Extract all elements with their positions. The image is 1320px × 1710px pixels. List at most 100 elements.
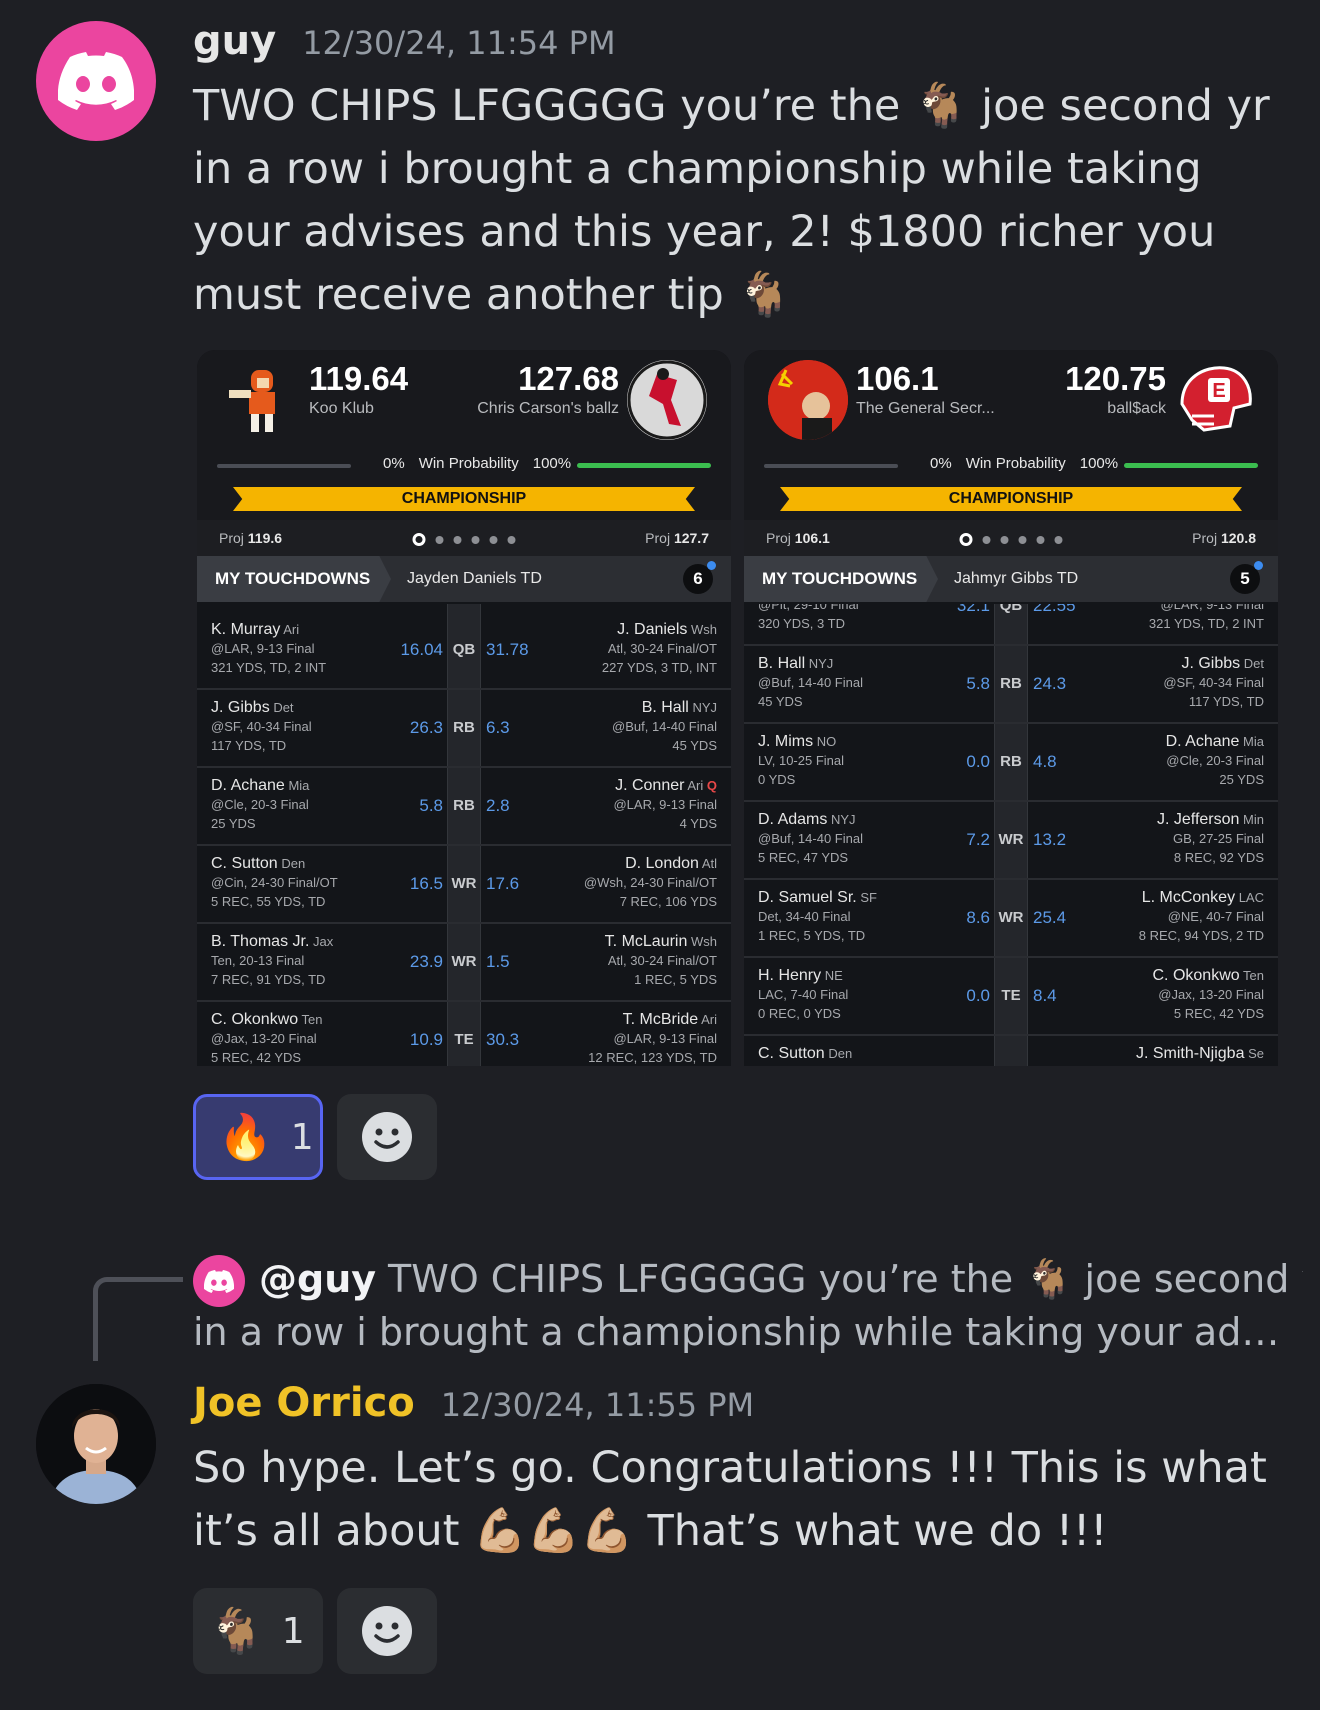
page-dots[interactable] [959, 533, 1063, 546]
timestamp: 12/30/24, 11:55 PM [440, 1386, 755, 1424]
player-row[interactable]: K. Murray Ari @LAR, 9-13 Final 321 YDS, TD… [197, 612, 731, 690]
right-player-team: Atl [701, 856, 717, 871]
player-row[interactable]: C. Sutton Den J. Smith-Njigba Se [744, 1036, 1278, 1066]
position-label: RB [453, 719, 475, 736]
reply-text-continued[interactable]: in a row i brought a championship while … [193, 1306, 1283, 1358]
right-player-team: Det [1243, 656, 1264, 671]
opponent-name: ball$ack [1107, 400, 1166, 417]
player-row[interactable]: C. Sutton Den @Cin, 24-30 Final/OT 5 REC, … [197, 846, 731, 924]
left-player-name: C. Okonkwo [211, 1011, 299, 1028]
team-score: 106.1 [856, 360, 939, 397]
right-player-stats: 227 YDS, 3 TD, INT [601, 660, 717, 675]
position-label: WR [998, 909, 1024, 926]
reply-preview[interactable]: @guy TWO CHIPS LFGGGGG you’re the 🐐 joe s… [193, 1253, 1303, 1305]
touchdowns-row[interactable]: MY TOUCHDOWNS Jayden Daniels TD 6 [197, 556, 731, 602]
right-player-team: Ari [701, 1012, 717, 1027]
reply-username[interactable]: @guy [259, 1257, 376, 1301]
left-player-score: 7.2 [966, 830, 990, 849]
prob-left: 0% [930, 455, 952, 472]
player-row[interactable]: @Pit, 29-10 Final 320 YDS, 3 TD 32.1 QB 22.5… [744, 604, 1278, 646]
player-row[interactable]: D. Adams NYJ @Buf, 14-40 Final 5 REC, 47 Y… [744, 802, 1278, 880]
page-dot[interactable] [959, 533, 973, 546]
left-player-game: @Jax, 13-20 Final [211, 1031, 317, 1046]
reaction-count: 1 [290, 1116, 314, 1158]
left-player: C. Sutton Den @Cin, 24-30 Final/OT 5 REC, … [211, 854, 338, 911]
page-dot[interactable] [435, 535, 444, 544]
right-player-stats: 8 REC, 94 YDS, 2 TD [1138, 928, 1264, 943]
page-dot[interactable] [453, 535, 462, 544]
page-dot[interactable] [1018, 535, 1027, 544]
projection-row: Proj 119.6 Proj 127.7 [197, 520, 731, 556]
touchdowns-row[interactable]: MY TOUCHDOWNS Jahmyr Gibbs TD 5 [744, 556, 1278, 602]
right-player-game: @LAR, 9-13 Final [613, 797, 717, 812]
prob-left: 0% [383, 455, 405, 472]
position-label: RB [1000, 753, 1022, 770]
left-player-game: LV, 10-25 Final [758, 753, 845, 768]
position-label: RB [453, 797, 475, 814]
left-player-team: Mia [288, 778, 310, 793]
left-player-stats: 320 YDS, 3 TD [758, 616, 845, 631]
position-label: WR [451, 875, 477, 892]
page-dot[interactable] [982, 535, 991, 544]
win-probability-bar-right [1124, 463, 1258, 468]
right-player-name: J. Smith-Njigba [1135, 1045, 1245, 1062]
right-player-name: L. McConkey [1141, 889, 1236, 906]
championship-banner: CHAMPIONSHIP [780, 487, 1242, 511]
right-player-score: 24.3 [1033, 674, 1067, 693]
proj-label: Proj [766, 530, 791, 546]
player-row[interactable]: B. Thomas Jr. Jax Ten, 20-13 Final 7 REC, … [197, 924, 731, 1002]
player-row[interactable]: D. Samuel Sr. SF Det, 34-40 Final 1 REC, 5… [744, 880, 1278, 958]
username[interactable]: Joe Orrico [193, 1380, 415, 1426]
left-player-name: H. Henry [758, 967, 822, 984]
right-player-name: J. Daniels [617, 621, 688, 638]
left-player-stats: 5 REC, 47 YDS [758, 850, 849, 865]
page-dot[interactable] [489, 535, 498, 544]
page-dot[interactable] [471, 535, 480, 544]
left-player-stats: 5 REC, 55 YDS, TD [211, 894, 326, 909]
username[interactable]: guy [193, 18, 276, 64]
right-player-name: D. London [625, 855, 699, 872]
right-player-team: Ten [1243, 968, 1264, 983]
page-dot[interactable] [1036, 535, 1045, 544]
left-player-team: Ari [283, 622, 300, 637]
matchup-card[interactable]: 106.1 The General Secr... 120.75 ball$ac… [744, 350, 1278, 1066]
matchup-card[interactable]: 119.64 Koo Klub 127.68 Chris Carson's ba… [197, 350, 731, 1066]
right-player-team: Min [1243, 812, 1264, 827]
right-player-game: @LAR, 9-13 Final [1160, 604, 1264, 612]
page-dot[interactable] [507, 535, 516, 544]
left-player-team: SF [860, 890, 877, 905]
add-reaction-button[interactable] [337, 1588, 437, 1674]
team-score: 119.64 [309, 360, 409, 397]
page-dot[interactable] [1000, 535, 1009, 544]
page-dots[interactable] [412, 533, 516, 546]
user-avatar-guy[interactable] [36, 21, 156, 141]
right-player: J. Gibbs Det @SF, 40-34 Final 117 YDS, TD [1163, 654, 1264, 711]
player-row[interactable]: J. Gibbs Det @SF, 40-34 Final 117 YDS, TD 2… [197, 690, 731, 768]
user-avatar-joe[interactable] [36, 1384, 156, 1504]
reaction-goat[interactable]: 🐐 1 [193, 1588, 323, 1674]
add-reaction-button[interactable] [337, 1094, 437, 1180]
touchdown-count-badge: 5 [1230, 561, 1263, 594]
opponent-score: 127.68 [518, 360, 619, 397]
player-row[interactable]: H. Henry NE LAC, 7-40 Final 0 REC, 0 YDS 0.… [744, 958, 1278, 1036]
right-player-team: Mia [1243, 734, 1264, 749]
player-row[interactable]: B. Hall NYJ @Buf, 14-40 Final 45 YDS 5.8 RB 2… [744, 646, 1278, 724]
reaction-fire[interactable]: 🔥 1 [193, 1094, 323, 1180]
right-player-name: T. McBride [622, 1011, 699, 1028]
page-dot[interactable] [412, 533, 426, 546]
player-row[interactable]: D. Achane Mia @Cle, 20-3 Final 25 YDS 5.8 RB… [197, 768, 731, 846]
prob-label: Win Probability [418, 455, 519, 472]
left-player: @Pit, 29-10 Final 320 YDS, 3 TD [758, 604, 859, 633]
left-player-game: @Cin, 24-30 Final/OT [211, 875, 338, 890]
right-player-game: @Buf, 14-40 Final [612, 719, 717, 734]
left-player-stats: 45 YDS [758, 694, 803, 709]
page-dot[interactable] [1054, 535, 1063, 544]
right-player-game: @Jax, 13-20 Final [1158, 987, 1264, 1002]
left-player: D. Achane Mia @Cle, 20-3 Final 25 YDS [211, 776, 309, 833]
player-row[interactable]: J. Mims NO LV, 10-25 Final 0 YDS 0.0 RB 4.8 D.… [744, 724, 1278, 802]
smiley-icon [362, 1606, 412, 1656]
proj-label: Proj [645, 530, 671, 546]
left-player: C. Sutton Den [758, 1044, 852, 1066]
right-player-score: 25.4 [1033, 908, 1067, 927]
player-row[interactable]: C. Okonkwo Ten @Jax, 13-20 Final 5 REC, 42… [197, 1002, 731, 1066]
